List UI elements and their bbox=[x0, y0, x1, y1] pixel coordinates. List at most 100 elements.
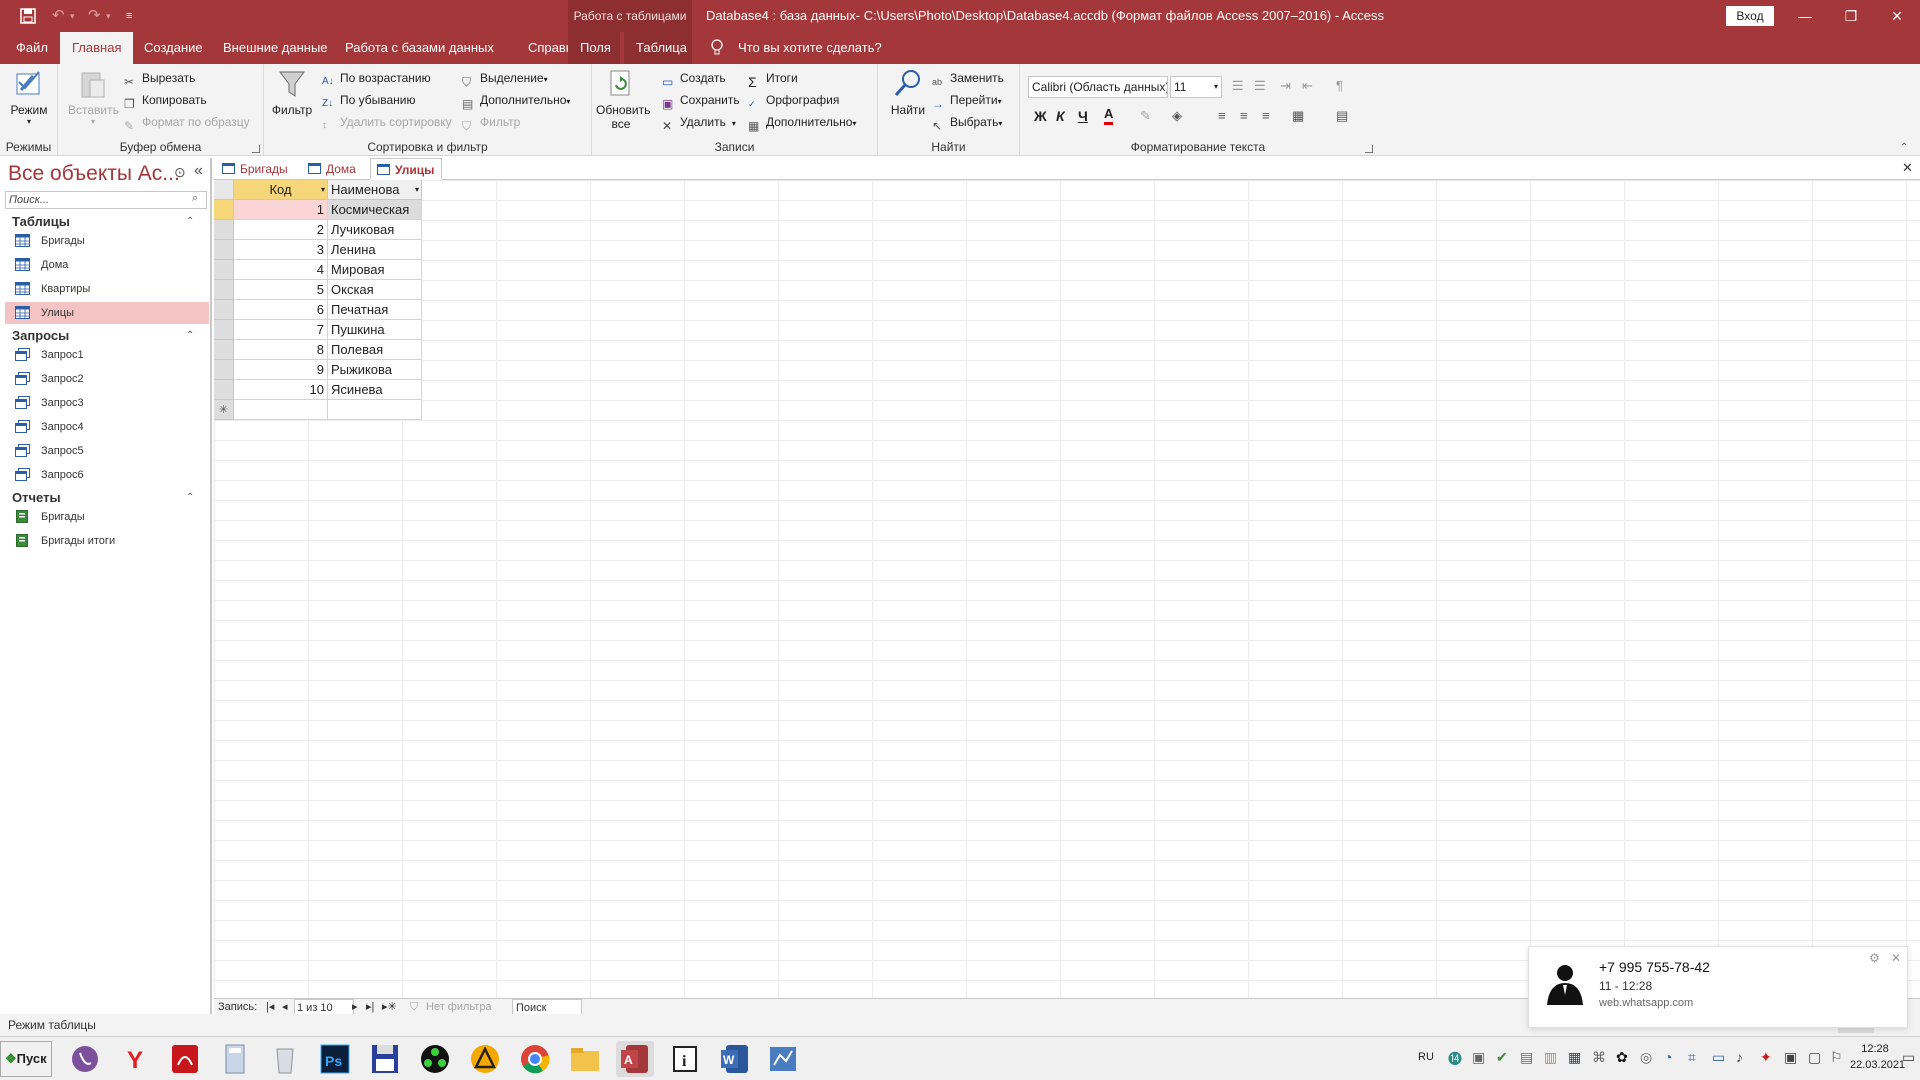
align-right-icon[interactable]: ≡ bbox=[1262, 108, 1270, 123]
taskbar-info-icon[interactable]: i bbox=[666, 1041, 704, 1077]
nav-search-input[interactable]: Поиск... bbox=[5, 191, 207, 209]
nav-item-table[interactable]: Квартиры bbox=[5, 278, 209, 300]
save-record-button[interactable]: ▣ Сохранить bbox=[662, 90, 740, 111]
customize-qat-icon[interactable]: ≡ bbox=[126, 0, 132, 32]
cell-id[interactable]: 2 bbox=[234, 220, 328, 240]
chevron-up-icon[interactable]: ⌃ bbox=[186, 330, 194, 341]
nav-item-table[interactable]: Дома bbox=[5, 254, 209, 276]
tab-fields[interactable]: Поля bbox=[568, 32, 620, 64]
cell-name[interactable]: Ленина bbox=[328, 240, 422, 260]
taskbar-calculator-icon[interactable] bbox=[216, 1041, 254, 1077]
new-record-nav-icon[interactable]: ▸✳ bbox=[382, 999, 397, 1015]
align-center-icon[interactable]: ≡ bbox=[1240, 108, 1248, 123]
more-records-button[interactable]: ▦ Дополнительно▾ bbox=[748, 112, 856, 134]
row-selector[interactable] bbox=[214, 320, 234, 340]
numbering-icon[interactable]: ☰ bbox=[1254, 78, 1266, 94]
refresh-all-button[interactable]: Обновить все bbox=[596, 68, 650, 131]
nav-item-report[interactable]: Бригады bbox=[5, 506, 209, 528]
collapse-ribbon-icon[interactable]: ⌃ bbox=[1900, 142, 1908, 153]
nav-item-query[interactable]: Запрос3 bbox=[5, 392, 209, 414]
search-icon[interactable]: ⌕ bbox=[192, 192, 198, 205]
filter-status-button[interactable]: Нет фильтра bbox=[426, 999, 492, 1015]
cell-id[interactable]: 10 bbox=[234, 380, 328, 400]
save-icon[interactable] bbox=[20, 0, 36, 36]
row-selector[interactable] bbox=[214, 220, 234, 240]
nav-collapse-icon[interactable]: « bbox=[194, 162, 203, 180]
tab-external-data[interactable]: Внешние данные bbox=[211, 32, 340, 64]
cell-name[interactable]: Ясинева bbox=[328, 380, 422, 400]
tab-create[interactable]: Создание bbox=[132, 32, 215, 64]
gridlines-icon[interactable]: ▦ bbox=[1292, 108, 1304, 124]
row-selector[interactable] bbox=[214, 360, 234, 380]
toggle-filter-button[interactable]: ⛉ Фильтр bbox=[462, 112, 520, 133]
doc-tab-ulitsy[interactable]: Улицы bbox=[370, 158, 442, 180]
row-selector[interactable] bbox=[214, 240, 234, 260]
prev-record-icon[interactable]: ◂ bbox=[282, 999, 288, 1015]
row-selector[interactable] bbox=[214, 340, 234, 360]
nav-item-query[interactable]: Запрос1 bbox=[5, 344, 209, 366]
minimize-icon[interactable]: — bbox=[1782, 0, 1828, 32]
clipboard-launcher-icon[interactable] bbox=[252, 145, 260, 153]
tray-game-icon[interactable]: ✿ bbox=[1616, 1049, 1628, 1066]
tray-icon-1[interactable]: ⓮ bbox=[1448, 1049, 1462, 1069]
selection-button[interactable]: ⛉ Выделение▾ bbox=[462, 68, 548, 90]
tab-database-tools[interactable]: Работа с базами данных bbox=[333, 32, 506, 64]
tray-antivirus-icon[interactable]: ✦ bbox=[1760, 1049, 1772, 1066]
tray-icon-16[interactable]: ▢ bbox=[1808, 1049, 1821, 1066]
column-header-name[interactable]: Наименова ▾ bbox=[328, 180, 422, 200]
highlight-icon[interactable]: ✎ bbox=[1140, 108, 1151, 124]
select-all-corner[interactable] bbox=[214, 180, 234, 200]
nav-menu-dropdown-icon[interactable]: ⊙ bbox=[174, 164, 186, 181]
advanced-filter-button[interactable]: ▤ Дополнительно▾ bbox=[462, 90, 570, 112]
tray-icon-7[interactable]: ⌘ bbox=[1592, 1049, 1606, 1066]
first-record-icon[interactable]: |◂ bbox=[266, 999, 274, 1015]
delete-record-button[interactable]: ✕ Удалить ▾ bbox=[662, 112, 736, 134]
tray-network-icon[interactable]: ⌗ bbox=[1688, 1049, 1696, 1066]
row-selector[interactable] bbox=[214, 380, 234, 400]
cell-id[interactable]: 8 bbox=[234, 340, 328, 360]
view-button[interactable]: Режим ▾ bbox=[4, 68, 54, 126]
paste-button[interactable]: Вставить ▾ bbox=[68, 68, 119, 126]
tray-chat-icon[interactable]: ◔ bbox=[1664, 1049, 1672, 1065]
undo-dropdown-icon[interactable]: ▾ bbox=[70, 0, 75, 32]
close-icon[interactable]: ✕ bbox=[1874, 0, 1920, 32]
nav-item-table[interactable]: Бригады bbox=[5, 230, 209, 252]
row-selector[interactable] bbox=[214, 200, 234, 220]
fill-color-icon[interactable]: ◈ bbox=[1172, 108, 1182, 124]
column-dropdown-icon[interactable]: ▾ bbox=[415, 180, 419, 200]
cell-name[interactable]: Окская bbox=[328, 280, 422, 300]
chevron-up-icon[interactable]: ⌃ bbox=[186, 216, 194, 227]
sort-descending-button[interactable]: Z↓ По убыванию bbox=[322, 90, 416, 110]
language-indicator[interactable]: RU bbox=[1418, 1051, 1434, 1063]
new-record-button[interactable]: ▭ Создать bbox=[662, 68, 726, 89]
cell-name[interactable]: Печатная bbox=[328, 300, 422, 320]
cell-id-new[interactable] bbox=[234, 400, 328, 420]
taskbar-access-icon[interactable]: A bbox=[616, 1041, 654, 1077]
taskbar-network-app-icon[interactable] bbox=[764, 1041, 802, 1077]
column-header-id[interactable]: Код ▾ bbox=[234, 180, 328, 200]
bold-button[interactable]: Ж bbox=[1034, 108, 1047, 124]
cut-button[interactable]: ✂ Вырезать bbox=[124, 68, 195, 89]
font-color-icon[interactable]: A bbox=[1104, 106, 1114, 125]
italic-button[interactable]: К bbox=[1056, 108, 1065, 124]
signin-button[interactable]: Вход bbox=[1726, 6, 1774, 26]
cell-id[interactable]: 4 bbox=[234, 260, 328, 280]
new-record-marker[interactable]: ✳ bbox=[214, 400, 234, 420]
redo-dropdown-icon[interactable]: ▾ bbox=[106, 0, 111, 32]
cell-name[interactable]: Космическая bbox=[328, 200, 422, 220]
tray-icon-15[interactable]: ▣ bbox=[1784, 1049, 1797, 1066]
notification-close-icon[interactable]: ✕ bbox=[1891, 951, 1901, 965]
tell-me-input[interactable]: Что вы хотите сделать? bbox=[726, 32, 894, 64]
cell-id[interactable]: 1 bbox=[234, 200, 328, 220]
nav-item-query[interactable]: Запрос4 bbox=[5, 416, 209, 438]
cell-id[interactable]: 3 bbox=[234, 240, 328, 260]
nav-group-tables[interactable]: Таблицы bbox=[12, 214, 70, 229]
row-selector[interactable] bbox=[214, 300, 234, 320]
next-record-icon[interactable]: ▸ bbox=[352, 999, 358, 1015]
last-record-icon[interactable]: ▸| bbox=[366, 999, 374, 1015]
cell-id[interactable]: 6 bbox=[234, 300, 328, 320]
nav-title[interactable]: Все объекты Ac... bbox=[8, 162, 180, 186]
paragraph-direction-icon[interactable]: ¶ bbox=[1336, 78, 1343, 93]
taskbar-game-icon[interactable] bbox=[416, 1041, 454, 1077]
nav-item-query[interactable]: Запрос2 bbox=[5, 368, 209, 390]
